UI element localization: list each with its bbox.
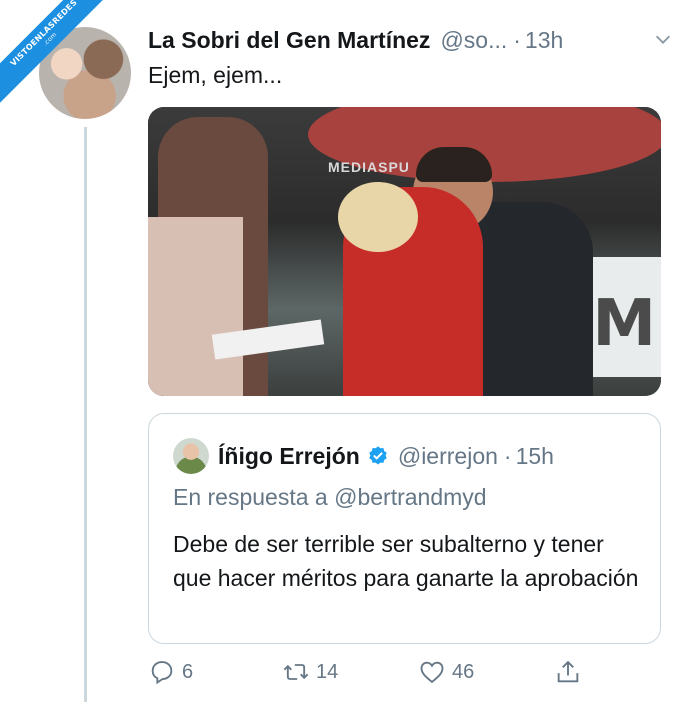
reply-count: 6 [182,660,194,683]
media-person-left-dress [148,217,243,396]
like-button[interactable]: 46 [418,658,474,686]
tweet-header: La Sobri del Gen Martínez @so... · 13h [148,24,671,56]
heart-icon [420,661,444,684]
retweet-icon [283,664,309,680]
thread-line [84,127,87,702]
reply-icon [151,661,173,685]
quoted-tweet-text: Debe de ser terrible ser subalterno y te… [173,531,639,591]
share-button[interactable] [554,658,588,686]
quoted-reply-context: En respuesta a @bertrandmyd [173,484,487,510]
quoted-separator-dot: · [503,442,512,469]
media-woman-hair [338,182,418,252]
tweet-text: Ejem, ejem... [148,62,283,88]
retweet-button[interactable]: 14 [282,658,338,686]
retweet-count: 14 [316,660,339,683]
tweet-actions-bar: 6 14 46 [148,658,588,692]
quoted-display-name: Íñigo Errejón [218,442,360,469]
verified-badge-icon [369,446,387,465]
separator-dot: · [513,26,521,53]
share-icon [557,660,579,683]
user-handle[interactable]: @so... [440,27,507,54]
quoted-tweet-header: Íñigo Errejón @ierrejon · 15h [173,438,554,474]
display-name[interactable]: La Sobri del Gen Martínez [148,27,430,54]
reply-button[interactable]: 6 [148,658,193,686]
quoted-avatar [173,438,209,474]
tweet-timestamp[interactable]: 13h [525,27,563,54]
quoted-timestamp: 15h [515,442,554,469]
like-count: 46 [452,660,475,683]
quoted-user-handle: @ierrejon [397,442,498,469]
media-man-hair [416,147,492,182]
media-logo: M [592,287,656,361]
quoted-tweet-card[interactable]: Íñigo Errejón @ierrejon · 15h En respues… [148,413,661,644]
media-brand-text: MEDIASPU [328,159,410,175]
tweet-media-image[interactable]: MEDIASPU adrid M [148,107,661,396]
chevron-down-icon[interactable] [652,28,674,50]
